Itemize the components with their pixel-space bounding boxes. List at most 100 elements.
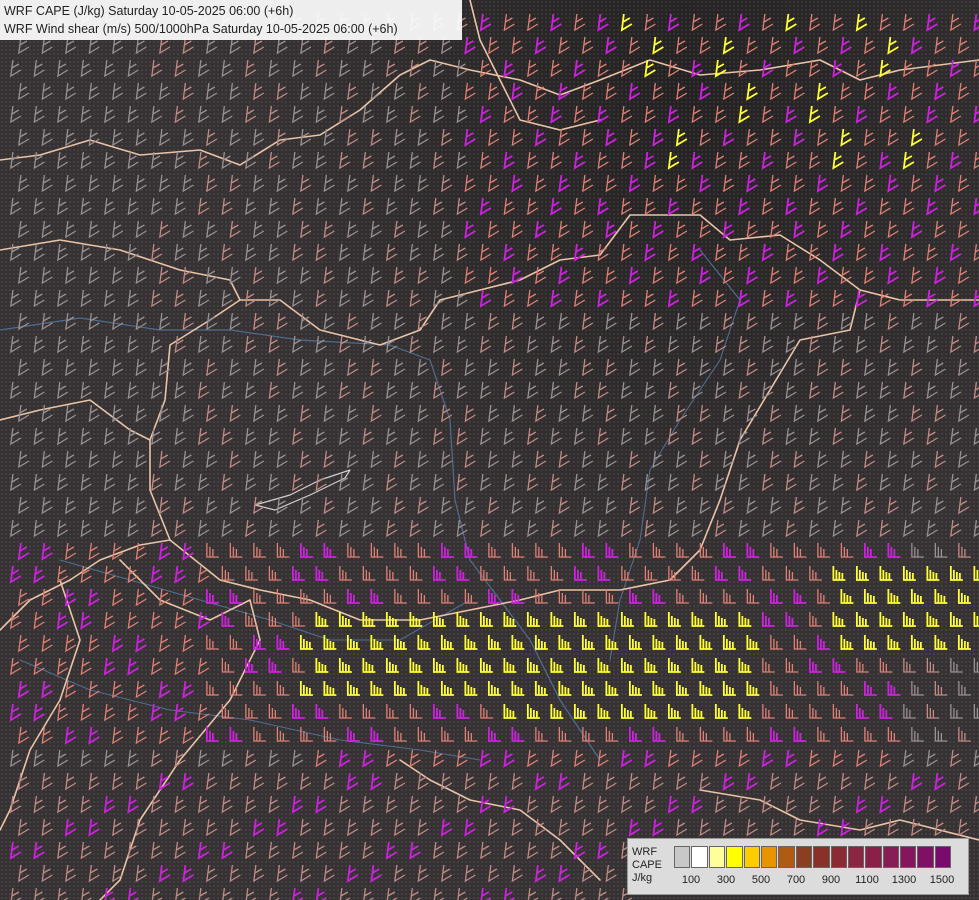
wind-barb — [527, 427, 539, 446]
wind-barb — [793, 450, 805, 469]
wind-barb — [292, 381, 304, 400]
wind-barb — [65, 772, 77, 791]
wind-barb — [198, 519, 210, 538]
wind-barb — [550, 473, 562, 492]
wind-barb — [300, 496, 312, 515]
wind-barb — [229, 681, 243, 696]
wind-barb — [198, 243, 210, 262]
wind-barb — [104, 381, 116, 400]
wind-barb — [18, 818, 30, 837]
wind-barb — [159, 588, 171, 607]
wind-barb — [597, 841, 609, 860]
wind-barb — [182, 312, 194, 331]
wind-barb — [198, 749, 210, 768]
wind-barb — [182, 542, 194, 561]
wind-barb — [221, 151, 233, 170]
wind-barb — [88, 358, 100, 377]
wind-barb — [926, 704, 940, 719]
wind-barb — [911, 174, 923, 193]
wind-barb — [386, 105, 398, 124]
wind-barb — [887, 174, 899, 193]
wind-barb — [793, 681, 807, 696]
wind-barb — [840, 496, 852, 515]
wind-barb — [503, 749, 515, 768]
wind-barb — [840, 358, 852, 377]
wind-barb — [370, 82, 382, 101]
wind-barb — [245, 566, 258, 581]
wind-barb — [809, 795, 821, 814]
wind-barb — [487, 635, 501, 650]
wind-barb — [629, 220, 641, 239]
wind-barb — [926, 381, 938, 400]
wind-barb — [198, 289, 210, 308]
wind-barb — [628, 82, 641, 101]
legend-swatch — [882, 846, 900, 868]
wind-barb — [417, 220, 429, 239]
wind-barb — [487, 589, 501, 604]
wind-barb — [64, 726, 77, 745]
wind-barb — [738, 704, 752, 719]
wind-barb — [339, 381, 351, 400]
wind-barb — [394, 450, 406, 469]
wind-barb — [229, 727, 243, 742]
wind-barb — [934, 220, 946, 239]
wind-barb — [785, 59, 797, 78]
wind-barb — [902, 151, 915, 170]
wind-barb — [550, 566, 564, 581]
wind-barb — [950, 335, 962, 354]
wind-barb — [840, 450, 852, 469]
wind-barb — [817, 543, 830, 558]
wind-barb — [652, 818, 664, 837]
wind-barb — [127, 749, 139, 768]
wind-barb — [229, 772, 241, 791]
wind-barb — [386, 795, 398, 814]
wind-barb — [339, 566, 352, 581]
wind-barb — [879, 658, 893, 673]
wind-barb — [151, 657, 163, 676]
wind-barb — [57, 657, 69, 676]
wind-barb — [362, 566, 376, 581]
wind-barb — [958, 220, 970, 239]
wind-barb — [104, 611, 116, 630]
wind-barb — [558, 450, 570, 469]
legend-swatch — [743, 846, 760, 868]
wind-barb — [864, 404, 876, 423]
wind-barb — [574, 289, 586, 308]
wind-barb — [856, 381, 868, 400]
wind-barb — [864, 727, 877, 742]
wind-barb — [817, 727, 830, 742]
wind-barb — [104, 243, 116, 262]
wind-barb — [911, 312, 923, 331]
wind-barb — [300, 589, 313, 604]
wind-barb — [221, 658, 235, 673]
wind-barb — [245, 519, 257, 538]
wind-barb — [535, 450, 547, 469]
wind-barb — [151, 473, 163, 492]
wind-barb — [676, 818, 688, 837]
wind-barb — [793, 543, 807, 558]
wind-barb — [793, 266, 805, 285]
wind-barb — [816, 818, 829, 837]
wind-barb — [488, 36, 500, 55]
wind-barb — [573, 658, 587, 673]
wind-barb — [887, 358, 899, 377]
wind-barb — [793, 174, 805, 193]
wind-barb — [809, 13, 821, 32]
wind-barb — [104, 151, 116, 170]
wind-barb — [856, 335, 868, 354]
wind-barb — [558, 681, 572, 696]
wind-barb — [300, 312, 312, 331]
wind-barb — [949, 566, 963, 581]
wind-barb — [535, 358, 547, 377]
wind-barb — [338, 612, 352, 627]
wind-barb — [582, 727, 595, 742]
wind-barb — [206, 128, 218, 147]
wind-barb — [597, 749, 609, 768]
wind-barb — [864, 82, 876, 101]
wind-barb — [432, 612, 446, 627]
wind-barb — [809, 289, 821, 308]
wind-barb — [394, 174, 406, 193]
wind-barb — [10, 105, 22, 124]
wind-barb — [676, 496, 688, 515]
wind-barb — [292, 887, 304, 900]
